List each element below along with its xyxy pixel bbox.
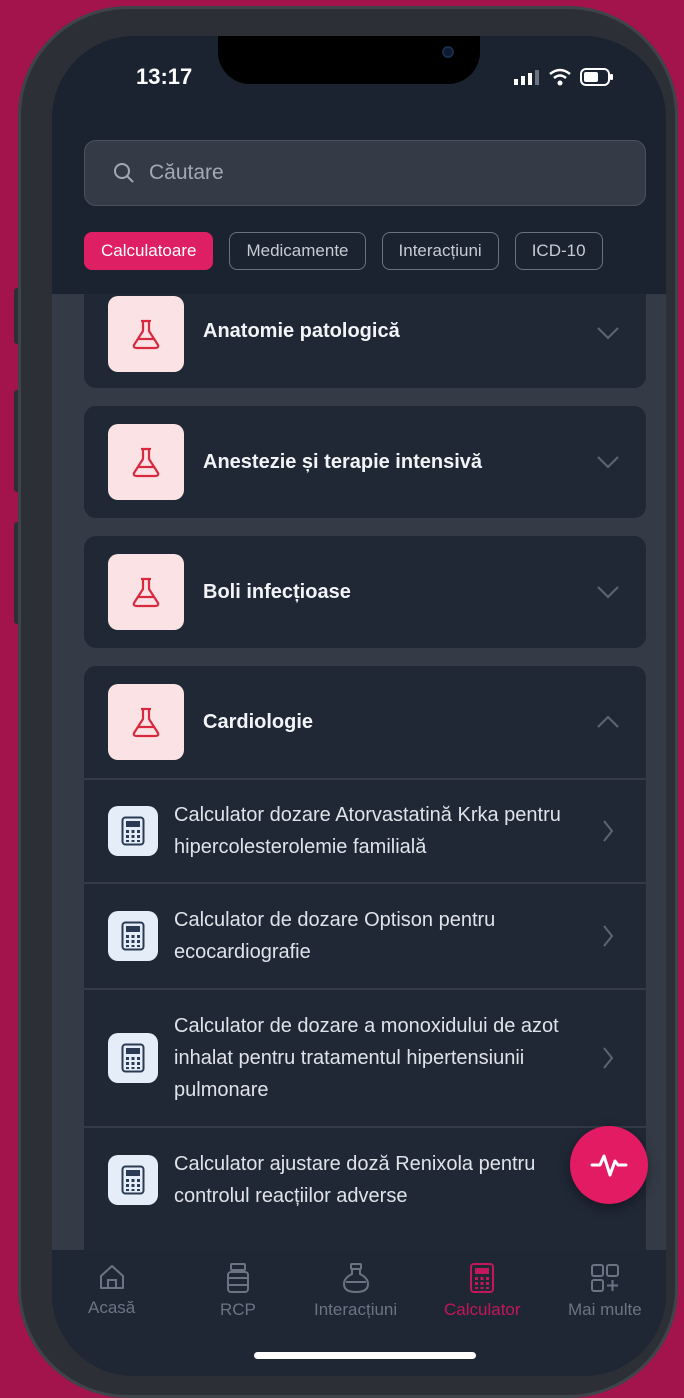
chip-interactiuni[interactable]: Interacțiuni xyxy=(381,232,499,270)
category-card[interactable]: Anatomie patologică xyxy=(84,294,646,388)
chip-icd10[interactable]: ICD-10 xyxy=(514,232,603,270)
calculator-icon xyxy=(108,1033,158,1083)
chevron-down-icon xyxy=(597,327,619,340)
calculator-item[interactable]: Calculator de dozare a monoxidului de az… xyxy=(84,988,646,1126)
notch xyxy=(218,36,480,84)
signal-icon xyxy=(514,70,539,85)
search-icon xyxy=(114,163,134,183)
flask-icon xyxy=(108,684,184,760)
chevron-right-icon xyxy=(603,925,614,947)
calculator-icon xyxy=(108,806,158,856)
calculator-icon xyxy=(108,911,158,961)
chevron-right-icon xyxy=(603,1047,614,1069)
tab-acasa[interactable]: Acasă xyxy=(88,1262,135,1318)
chip-medicamente[interactable]: Medicamente xyxy=(229,232,366,270)
chevron-right-icon xyxy=(603,820,614,842)
category-card-expanded: Cardiologie Calculator dozare Atorvastat… xyxy=(84,666,646,1250)
tab-rcp[interactable]: RCP xyxy=(220,1262,256,1320)
category-card[interactable]: Anestezie și terapie intensivă xyxy=(84,406,646,518)
home-indicator[interactable] xyxy=(254,1352,476,1359)
category-title: Cardiologie xyxy=(203,710,314,733)
calculator-item[interactable]: Calculator ajustare doză Renixola pentru… xyxy=(84,1126,646,1232)
tab-label: Calculator xyxy=(444,1300,521,1319)
category-title: Boli infecțioase xyxy=(203,580,351,603)
calculator-icon xyxy=(470,1263,495,1293)
status-icons xyxy=(514,68,614,86)
activity-fab-button[interactable] xyxy=(570,1126,648,1204)
category-card[interactable]: Boli infecțioase xyxy=(84,536,646,648)
tab-label: RCP xyxy=(220,1300,256,1319)
wifi-icon xyxy=(549,68,571,86)
battery-icon xyxy=(580,68,613,86)
home-icon xyxy=(99,1265,124,1289)
tab-label: Mai multe xyxy=(568,1300,642,1319)
camera xyxy=(442,46,454,58)
tab-calculator[interactable]: Calculator xyxy=(444,1262,521,1320)
pulse-icon xyxy=(590,1154,628,1177)
phone-screen: 13:17 Căutare Calculatoare Medicamente I… xyxy=(52,36,666,1376)
chevron-down-icon xyxy=(597,456,619,469)
tab-interactiuni[interactable]: Interacțiuni xyxy=(314,1262,397,1320)
flask-icon xyxy=(108,296,184,372)
calculator-item-label: Calculator dozare Atorvastatină Krka pen… xyxy=(174,804,561,858)
tab-label: Acasă xyxy=(88,1298,136,1317)
chevron-up-icon xyxy=(597,715,619,728)
calculator-list: Anatomie patologică Anestezie și terapie… xyxy=(52,294,666,1250)
calculator-item[interactable]: Calculator dozare Atorvastatină Krka pen… xyxy=(84,778,646,882)
filter-chips: Calculatoare Medicamente Interacțiuni IC… xyxy=(84,232,603,270)
tab-label: Interacțiuni xyxy=(314,1300,398,1319)
calculator-item[interactable]: Calculator de dozare Optison pentru ecoc… xyxy=(84,882,646,988)
calculator-item-label: Calculator ajustare doză Renixola pentru… xyxy=(174,1153,536,1207)
medicine-bottle-icon xyxy=(226,1263,249,1293)
search-input[interactable]: Căutare xyxy=(84,140,646,206)
flask-bottle-icon xyxy=(342,1263,369,1294)
search-placeholder: Căutare xyxy=(149,161,224,184)
chip-calculatoare[interactable]: Calculatoare xyxy=(84,232,214,270)
status-time: 13:17 xyxy=(136,64,193,89)
grid-plus-icon xyxy=(590,1264,619,1292)
calculator-item-label: Calculator de dozare a monoxidului de az… xyxy=(174,1015,559,1101)
category-header[interactable]: Cardiologie xyxy=(84,666,646,778)
flask-icon xyxy=(108,424,184,500)
flask-icon xyxy=(108,554,184,630)
chevron-down-icon xyxy=(597,586,619,599)
category-title: Anestezie și terapie intensivă xyxy=(203,450,483,473)
calculator-item-label: Calculator de dozare Optison pentru ecoc… xyxy=(174,909,496,963)
calculator-icon xyxy=(108,1155,158,1205)
category-title: Anatomie patologică xyxy=(203,320,400,342)
tab-mai-multe[interactable]: Mai multe xyxy=(568,1262,642,1320)
